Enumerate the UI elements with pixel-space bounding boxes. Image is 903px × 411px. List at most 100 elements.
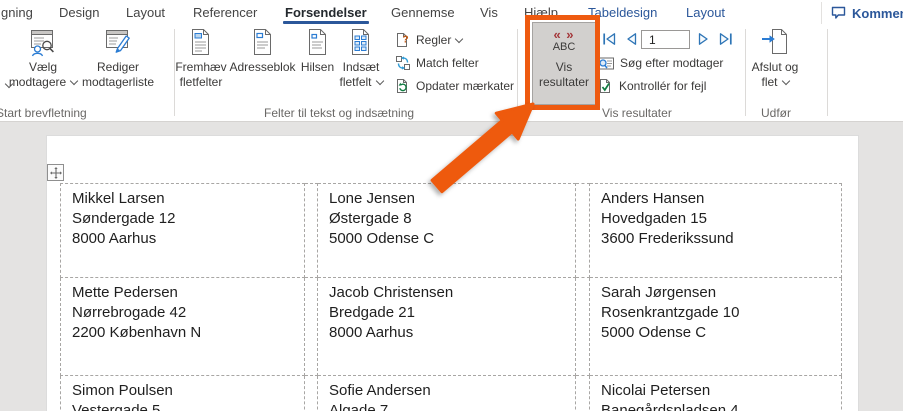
address-line: Nørrebrogade 42 — [72, 304, 187, 321]
spacer-cell — [304, 183, 318, 278]
address-line: Sarah Jørgensen — [601, 284, 717, 301]
address-line: 5000 Odense C — [329, 230, 435, 247]
label-row: Simon Poulsen Vestergade 5 Sofie Andersen A… — [60, 375, 842, 411]
document-area: Mikkel Larsen Søndergade 12 8000 Aarhus Lon… — [0, 122, 903, 411]
label-row: Mikkel Larsen Søndergade 12 8000 Aarhus Lon… — [60, 183, 842, 278]
finish-and-merge-label-1: Afslut og — [751, 60, 799, 74]
group-label-finish: Udfør — [761, 106, 791, 120]
spacer-cell — [304, 375, 318, 411]
preview-results-button[interactable]: « » ABC Vis resultater — [532, 22, 596, 105]
highlight-merge-fields-label-2: fletfelter — [179, 75, 223, 89]
rules-icon: ? — [397, 33, 409, 47]
preview-results-abc-icon: ABC — [552, 41, 576, 53]
address-line: Banegårdspladsen 4 — [601, 402, 739, 411]
select-recipients-label-1: Vælg — [28, 60, 57, 74]
comment-icon — [831, 6, 846, 19]
comments-label: Kommentarer — [852, 5, 903, 21]
document-page[interactable]: Mikkel Larsen Søndergade 12 8000 Aarhus Lon… — [46, 135, 859, 411]
update-labels-button[interactable]: Opdater mærkater — [395, 77, 514, 95]
find-recipient-button[interactable]: Søg efter modtager — [598, 54, 723, 72]
check-for-errors-icon — [600, 79, 610, 93]
label-cell[interactable]: Sarah Jørgensen Rosenkrantzgade 10 5000 Od… — [589, 277, 842, 376]
label-cell[interactable]: Anders Hansen Hovedgaden 15 3600 Frederiks… — [589, 183, 842, 278]
highlight-merge-fields-icon — [192, 29, 209, 55]
check-for-errors-label: Kontrollér for fejl — [619, 79, 707, 93]
match-fields-button[interactable]: Match felter — [395, 54, 479, 72]
ribbon-tab-bar: Kommentarer gning Design Layout Referencer F… — [0, 0, 903, 25]
greeting-line-icon — [308, 29, 326, 55]
tab-forsendelser[interactable]: Forsendelser — [283, 0, 369, 24]
address-line: Jacob Christensen — [329, 284, 454, 301]
chevron-down-icon — [781, 76, 790, 86]
address-line: 5000 Odense C — [601, 324, 707, 341]
address-line: 2200 København N — [72, 324, 202, 341]
next-record-button[interactable] — [694, 29, 712, 48]
tab-design[interactable]: Design — [59, 0, 99, 24]
chevron-down-icon — [455, 34, 464, 44]
svg-text:?: ? — [402, 35, 408, 46]
last-record-button[interactable] — [716, 29, 734, 48]
select-recipients-button[interactable]: Vælg modtagere — [4, 28, 82, 90]
rules-label: Regler — [416, 33, 464, 47]
address-line: Mikkel Larsen — [72, 190, 165, 207]
label-cell[interactable]: Jacob Christensen Bredgade 21 8000 Aarhus — [317, 277, 576, 376]
address-line: Hovedgaden 15 — [601, 210, 707, 227]
finish-and-merge-button[interactable]: Afslut og flet — [744, 28, 806, 90]
find-recipient-label: Søg efter modtager — [620, 56, 724, 70]
address-line: Nicolai Petersen — [601, 382, 711, 399]
comments-button[interactable]: Kommentarer — [821, 2, 903, 24]
label-row: Mette Pedersen Nørrebrogade 42 2200 Københ… — [60, 277, 842, 376]
address-line: 8000 Aarhus — [72, 230, 157, 247]
insert-merge-field-label-2: fletfelt — [339, 75, 384, 90]
previous-record-button[interactable] — [622, 29, 640, 48]
address-line: Lone Jensen — [329, 190, 415, 207]
find-recipient-icon — [599, 57, 614, 69]
tab-layout[interactable]: Layout — [126, 0, 165, 24]
group-separator — [517, 29, 518, 116]
finish-and-merge-icon — [762, 29, 787, 54]
check-for-errors-button[interactable]: Kontrollér for fejl — [598, 77, 706, 95]
spacer-cell — [575, 375, 590, 411]
tab-hjælp[interactable]: Hjælp — [524, 0, 558, 24]
group-label-preview-results: Vis resultater — [602, 106, 672, 120]
insert-merge-field-label-1: Indsæt — [342, 60, 380, 74]
address-line: 3600 Frederikssund — [601, 230, 734, 247]
tab-vis[interactable]: Vis — [480, 0, 498, 24]
address-line: 8000 Aarhus — [329, 324, 414, 341]
tab-referencer[interactable]: Referencer — [193, 0, 257, 24]
table-move-handle[interactable] — [47, 164, 64, 181]
highlight-merge-fields-button[interactable]: Fremhæv fletfelter — [170, 28, 232, 90]
address-line: Anders Hansen — [601, 190, 705, 207]
rules-button[interactable]: ? Regler — [395, 31, 464, 49]
address-line: Østergade 8 — [329, 210, 412, 227]
label-cell[interactable]: Sofie Andersen Algade 7 — [317, 375, 576, 411]
address-block-button[interactable]: Adresseblok — [229, 28, 296, 75]
previous-record-icon — [626, 32, 636, 45]
address-line: Rosenkrantzgade 10 — [601, 304, 740, 321]
tab-layout-contextual[interactable]: Layout — [686, 0, 725, 24]
labels-table: Mikkel Larsen Søndergade 12 8000 Aarhus Lon… — [60, 183, 842, 411]
preview-results-label-2: resultater — [538, 75, 590, 89]
next-record-icon — [698, 32, 708, 45]
label-cell[interactable]: Lone Jensen Østergade 8 5000 Odense C — [317, 183, 576, 278]
label-cell[interactable]: Simon Poulsen Vestergade 5 — [60, 375, 305, 411]
tab-tabeldesign-contextual[interactable]: Tabeldesign — [588, 0, 657, 24]
edit-recipient-list-button[interactable]: Rediger modtagerliste — [76, 28, 160, 90]
insert-merge-field-icon — [352, 29, 369, 55]
ribbon: Vælg modtagere Rediger modtagerliste Fre… — [0, 25, 903, 122]
label-cell[interactable]: Mette Pedersen Nørrebrogade 42 2200 Københ… — [60, 277, 305, 376]
tab-gning[interactable]: gning — [1, 0, 33, 24]
first-record-button[interactable] — [600, 29, 618, 48]
update-labels-icon — [397, 79, 407, 93]
tab-gennemse[interactable]: Gennemse — [391, 0, 455, 24]
group-separator — [827, 29, 828, 116]
preview-results-label-1: Vis — [555, 60, 573, 74]
label-cell[interactable]: Nicolai Petersen Banegårdspladsen 4 — [589, 375, 842, 411]
select-recipients-icon — [31, 30, 54, 57]
address-line: Simon Poulsen — [72, 382, 173, 399]
chevron-down-icon — [375, 76, 384, 86]
label-cell[interactable]: Mikkel Larsen Søndergade 12 8000 Aarhus — [60, 183, 305, 278]
address-line: Vestergade 5 — [72, 402, 161, 411]
insert-merge-field-button[interactable]: Indsæt fletfelt — [332, 28, 390, 90]
record-number-input[interactable] — [641, 30, 690, 49]
